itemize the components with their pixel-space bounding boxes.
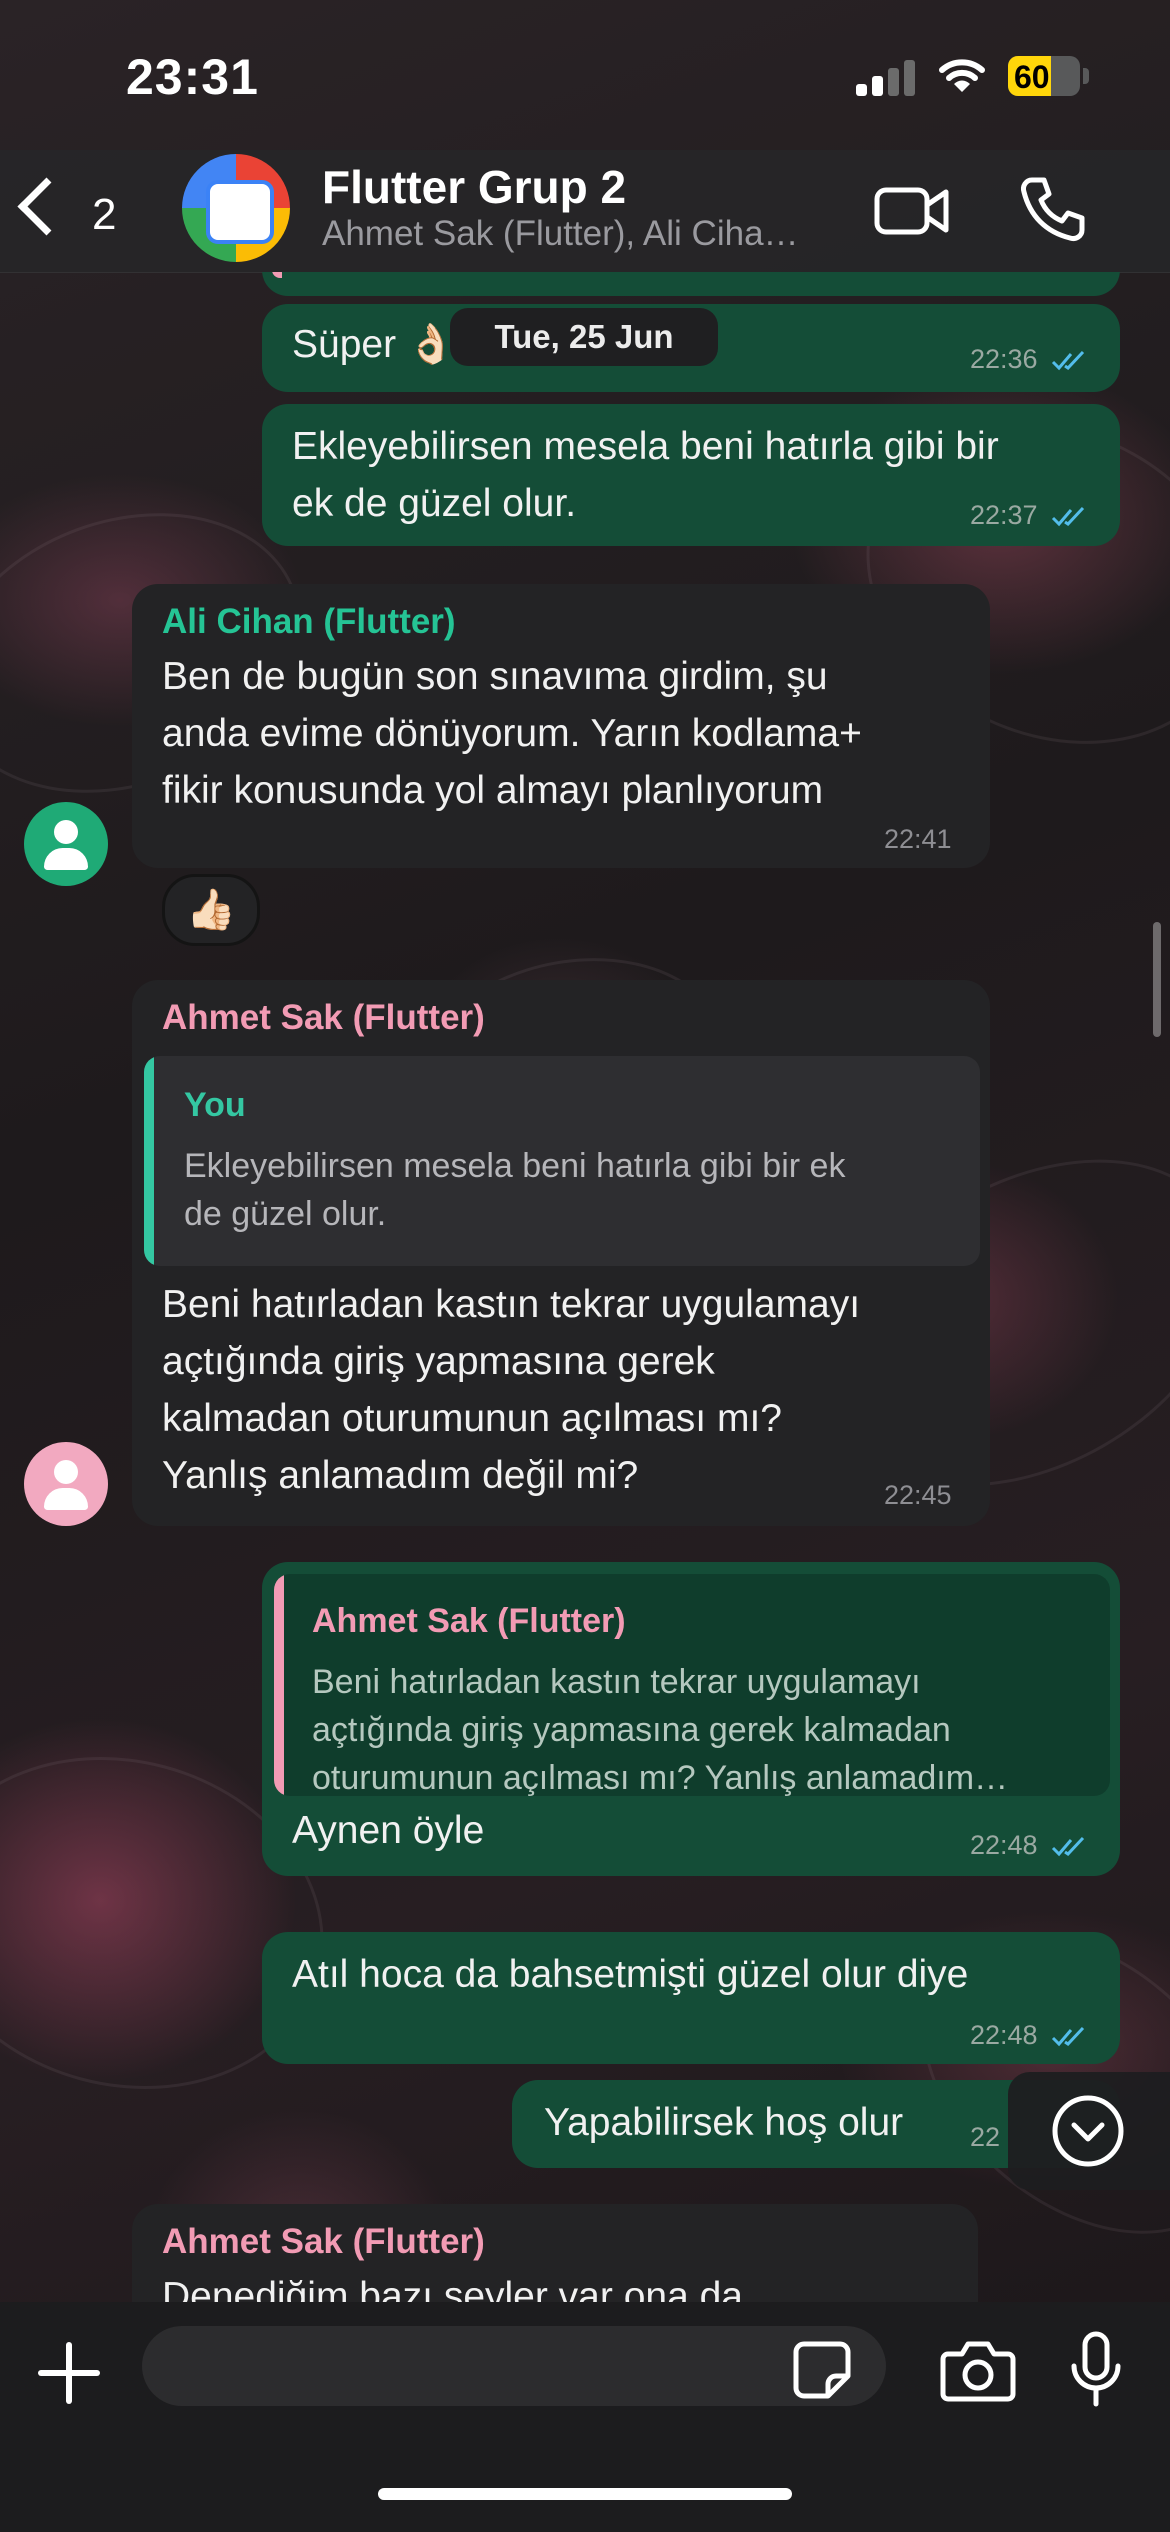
timestamp: 22:48	[970, 1830, 1038, 1860]
sender-name[interactable]: Ahmet Sak (Flutter)	[162, 998, 485, 1038]
message-bubble[interactable]: Ekleyebilirsen mesela beni hatırla gibi …	[262, 404, 1120, 546]
unread-count: 2	[92, 190, 117, 239]
message-bubble[interactable]: Ali Cihan (Flutter) Ben de bugün son sın…	[132, 584, 990, 868]
message-time: 22:48	[970, 2020, 1089, 2051]
timestamp: 22:45	[884, 1480, 952, 1510]
video-call-icon[interactable]	[874, 178, 950, 244]
message-text: Süper 👌🏻	[292, 323, 456, 366]
scroll-to-bottom-button[interactable]	[1008, 2072, 1170, 2190]
wifi-icon	[939, 59, 985, 92]
quoted-message[interactable]: You Ekleyebilirsen mesela beni hatırla g…	[144, 1056, 980, 1266]
message-time: 22:37	[970, 500, 1089, 531]
quoted-text: Beni hatırladan kastın tekrar uygulamayı…	[312, 1663, 1009, 1796]
chat-header: 2 Flutter Grup 2 Ahmet Sak (Flutter), Al…	[0, 150, 1170, 273]
message-time: 22:41	[884, 824, 952, 855]
quote-bar	[144, 1056, 154, 1266]
sender-name[interactable]: Ahmet Sak (Flutter)	[162, 2222, 485, 2262]
battery-icon: 60	[1008, 56, 1080, 96]
quote-bar	[274, 1574, 284, 1796]
read-ticks-icon	[1052, 1836, 1085, 1857]
message-text: Beni hatırladan kastın tekrar uygulamayı…	[162, 1283, 861, 1497]
scroll-indicator[interactable]	[1153, 922, 1161, 1037]
date-chip: Tue, 25 Jun	[450, 308, 718, 366]
message-bubble-partial	[262, 272, 1120, 296]
quoted-sender: Ahmet Sak (Flutter)	[312, 1602, 626, 1640]
sender-avatar[interactable]	[24, 1442, 108, 1526]
battery-level: 60	[1014, 59, 1050, 95]
sender-name[interactable]: Ali Cihan (Flutter)	[162, 602, 456, 642]
phone-call-icon[interactable]	[1018, 174, 1088, 244]
quoted-text: Ekleyebilirsen mesela beni hatırla gibi …	[184, 1147, 846, 1233]
status-time: 23:31	[126, 49, 259, 105]
quoted-sender: You	[184, 1086, 246, 1124]
message-time: 22:48	[970, 1830, 1089, 1861]
message-bubble[interactable]: Ahmet Sak (Flutter) You Ekleyebilirsen m…	[132, 980, 990, 1526]
message-text: Ekleyebilirsen mesela beni hatırla gibi …	[292, 425, 999, 525]
back-button[interactable]: 2	[17, 177, 130, 242]
message-bubble[interactable]: Ahmet Sak (Flutter) Beni hatırladan kast…	[262, 1562, 1120, 1876]
quoted-message[interactable]: Ahmet Sak (Flutter) Beni hatırladan kast…	[274, 1574, 1110, 1796]
message-text: Atıl hoca da bahsetmişti güzel olur diye	[292, 1953, 969, 1996]
group-avatar[interactable]	[182, 154, 290, 262]
timestamp: 22:41	[884, 824, 952, 854]
read-ticks-icon	[1052, 2026, 1085, 2047]
message-text: Aynen öyle	[292, 1809, 485, 1852]
message-time: 22:45	[884, 1480, 952, 1511]
message-text: Yapabilirsek hoş olur	[544, 2101, 904, 2144]
group-members[interactable]: Ahmet Sak (Flutter), Ali Ciha…	[322, 214, 799, 254]
timestamp: 22:37	[970, 500, 1038, 530]
read-ticks-icon	[1052, 350, 1085, 371]
timestamp: 22:48	[970, 2020, 1038, 2050]
read-ticks-icon	[1052, 506, 1085, 527]
message-text: Denediğim bazı şeyler var ona da	[162, 2275, 743, 2302]
sticker-icon[interactable]	[792, 2340, 852, 2400]
battery-cap	[1083, 68, 1089, 84]
message-time: 22:36	[970, 344, 1089, 375]
message-list[interactable]: Süper 👌🏻 22:36 Tue, 25 Jun Ekleyebilirse…	[0, 272, 1170, 2302]
quote-bar	[272, 272, 282, 278]
attach-plus-button[interactable]	[38, 2342, 100, 2404]
home-indicator[interactable]	[378, 2488, 792, 2500]
chevron-down-circle-icon	[1052, 2095, 1124, 2167]
camera-icon[interactable]	[940, 2338, 1016, 2402]
message-time: 22	[970, 2122, 1000, 2153]
timestamp: 22:36	[970, 344, 1038, 374]
microphone-icon[interactable]	[1066, 2330, 1126, 2410]
sender-avatar[interactable]	[24, 802, 108, 886]
message-bubble[interactable]: Atıl hoca da bahsetmişti güzel olur diye…	[262, 1932, 1120, 2064]
group-logo	[206, 180, 274, 244]
reaction-badge[interactable]: 👍🏻	[162, 874, 260, 946]
cellular-signal-icon	[856, 58, 916, 96]
status-bar: 23:31 60	[0, 0, 1170, 150]
group-title[interactable]: Flutter Grup 2	[322, 160, 626, 214]
message-input[interactable]	[142, 2326, 886, 2406]
message-text: Ben de bugün son sınavıma girdim, şu and…	[162, 655, 862, 812]
date-chip-label: Tue, 25 Jun	[494, 318, 674, 355]
timestamp: 22	[970, 2122, 1001, 2152]
message-bubble[interactable]: Ahmet Sak (Flutter) Denediğim bazı şeyle…	[132, 2204, 978, 2302]
chevron-left-icon	[17, 177, 76, 236]
